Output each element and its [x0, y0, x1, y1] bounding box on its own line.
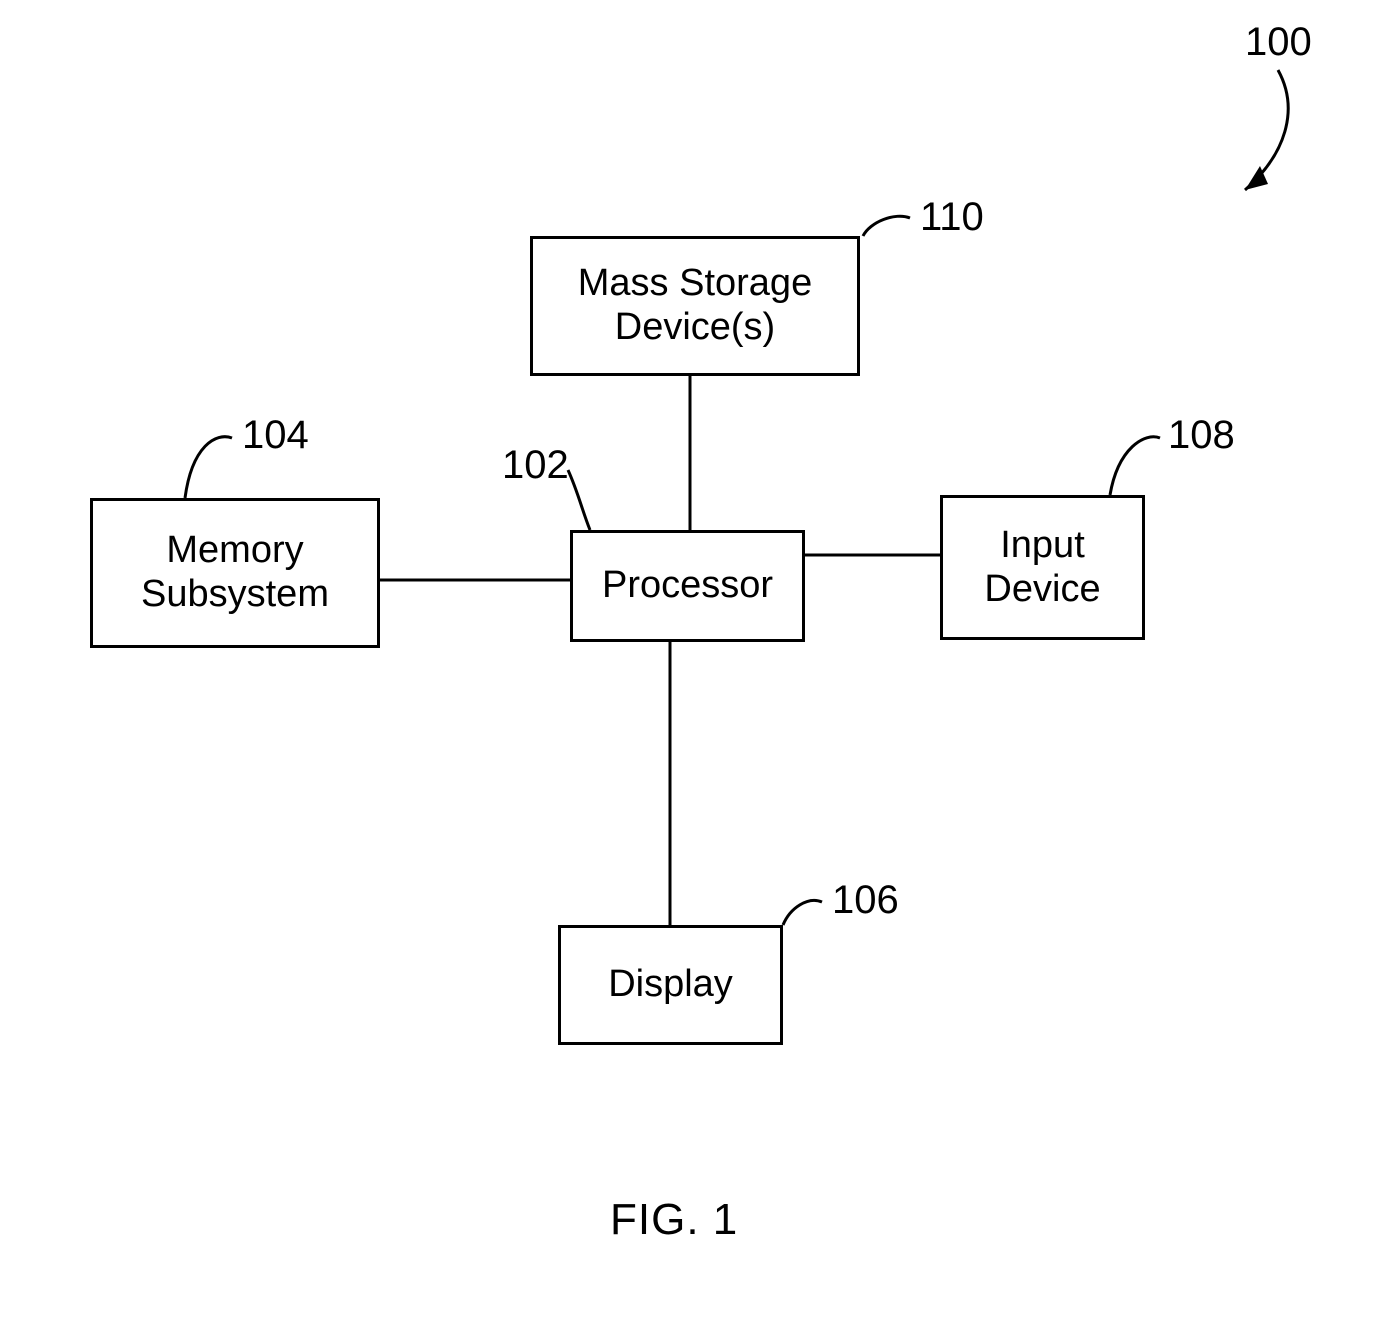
- diagram-canvas: Mass Storage Device(s) Memory Subsystem …: [0, 0, 1385, 1335]
- ref-overall: 100: [1245, 20, 1312, 65]
- input-label: Input Device: [984, 524, 1100, 611]
- mass-storage-box: Mass Storage Device(s): [530, 236, 860, 376]
- input-box: Input Device: [940, 495, 1145, 640]
- memory-label: Memory Subsystem: [141, 529, 329, 616]
- ref-mass-storage: 110: [920, 195, 984, 240]
- display-label: Display: [608, 963, 733, 1007]
- memory-box: Memory Subsystem: [90, 498, 380, 648]
- leader-overall-arrow: [1245, 166, 1268, 190]
- mass-storage-label: Mass Storage Device(s): [578, 262, 812, 349]
- leader-processor: [568, 470, 590, 530]
- ref-input: 108: [1168, 413, 1235, 458]
- ref-processor: 102: [502, 443, 569, 488]
- connectors-layer: [0, 0, 1385, 1335]
- figure-caption: FIG. 1: [610, 1195, 738, 1245]
- leader-overall: [1245, 70, 1288, 190]
- processor-label: Processor: [602, 564, 773, 608]
- leader-display: [783, 900, 822, 925]
- ref-display: 106: [832, 878, 899, 923]
- leader-input: [1110, 437, 1160, 495]
- leader-mass-storage: [863, 216, 910, 236]
- ref-memory: 104: [242, 413, 309, 458]
- processor-box: Processor: [570, 530, 805, 642]
- display-box: Display: [558, 925, 783, 1045]
- leader-memory: [185, 437, 232, 498]
